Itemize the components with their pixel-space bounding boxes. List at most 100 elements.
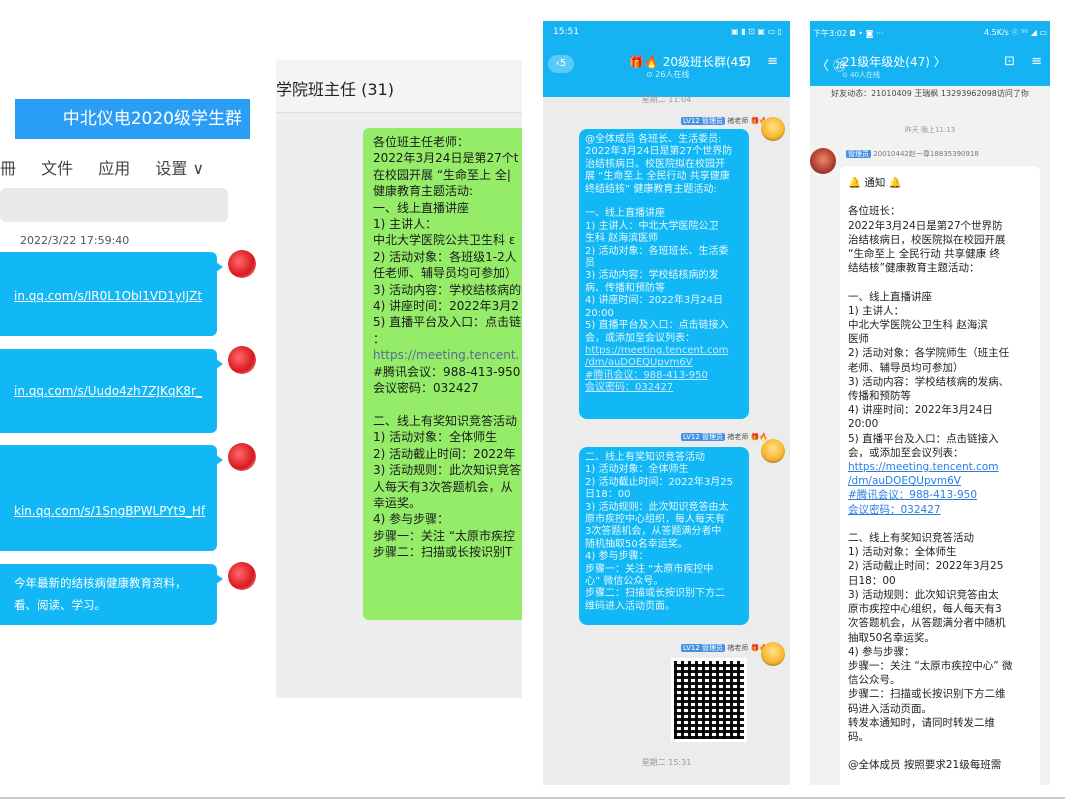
message-line: 二、线上有奖知识竞答活动 xyxy=(585,452,705,463)
group-title: 中北仪电2020级学生群 xyxy=(62,109,242,129)
message-line: 日18：00 xyxy=(585,489,631,501)
message-link[interactable]: 会议密码：032427 xyxy=(585,382,743,394)
message-line: 4) 参与步骤： xyxy=(585,551,649,563)
message-line xyxy=(848,517,1040,531)
chat-time: 星期二 15:31 xyxy=(641,758,692,767)
message-line: 人每天有3次答题机会，从 xyxy=(373,479,513,494)
message-line: 二、线上有奖知识竞答活动 xyxy=(373,413,518,428)
message-line: 各位班主任老师： xyxy=(373,135,470,149)
message-line: 3) 活动内容：学校结核病的发病、 xyxy=(848,375,1010,388)
qq-mobile-panel-20: 15:51 ▣ ▮ ⊡ ▣ ▭ ▯ ‹5 🎁🔥 20级班长群(45) ⊙ 26人… xyxy=(543,21,790,785)
qr-code-image[interactable] xyxy=(671,658,747,742)
message-bubble: @全体成员 各班长、生活委员: 2022年3月24日是第27个世界防 治结核病日。校… xyxy=(579,129,749,419)
header-menu-icons[interactable]: ⊡ ≡ xyxy=(740,54,784,69)
sender-avatar[interactable] xyxy=(228,346,256,374)
sender-level: LV12 管理员 xyxy=(681,117,726,125)
friend-activity-notice[interactable]: 好友动态：21010409 王瑞枫 13293962098访问了你 xyxy=(810,88,1050,99)
message-line: 一、线上直播讲座 xyxy=(585,208,665,220)
sender-level: LV12 管理员 xyxy=(681,644,726,652)
sender-avatar[interactable] xyxy=(228,562,256,590)
message-line: 医师 xyxy=(848,333,869,346)
sender-tag: 管理员 20010442赵一尊18835390918 xyxy=(846,149,979,159)
message-line: 2) 活动对象：各班班长、生活委 xyxy=(585,245,729,257)
tab-album[interactable]: 冊 xyxy=(0,159,16,178)
message-line: 4) 讲座时间：2022年3月2 xyxy=(373,299,519,314)
message-link[interactable]: 会议密码：032427 xyxy=(848,503,1040,517)
back-count: 5 xyxy=(559,58,567,69)
message-line: @全体成员 各班长、生活委员: xyxy=(585,134,722,145)
status-left: 下午3:02 ◘ • ◙ ··· xyxy=(813,29,884,38)
message-link[interactable]: #腾讯会议：988-413-950 xyxy=(585,370,743,382)
message-line xyxy=(373,397,522,413)
message-line: #腾讯会议：988-413-950 xyxy=(373,364,521,379)
message-line: 3) 活动规则：此次知识竞答 xyxy=(373,463,522,478)
message-bubble: in.qq.com/s/IR0L1ObI1VD1yIJZt xyxy=(0,252,223,336)
message-line: 3) 活动内容：学校结核病的发 xyxy=(585,270,719,282)
message-line: 步骤二：扫描或长按识别下方二维 xyxy=(848,688,1006,701)
message-line: 4) 讲座时间：2022年3月24日 xyxy=(585,295,723,307)
sender-avatar[interactable] xyxy=(761,439,785,463)
announcement-bar[interactable] xyxy=(0,188,228,222)
tab-settings[interactable]: 设置 ∨ xyxy=(155,159,204,178)
message-link[interactable]: /dm/auDOEQUpvm6V xyxy=(585,357,743,369)
tab-apps[interactable]: 应用 xyxy=(98,159,130,178)
message-line: 码。 xyxy=(848,730,869,743)
back-button[interactable]: ‹5 xyxy=(548,55,574,73)
message-line: 展 “生命至上 全民行动 共享健康 xyxy=(585,171,730,183)
header-menu-icons[interactable]: ⊡ ≡ xyxy=(1004,54,1048,69)
message-line: 生科 赵海滨医师 xyxy=(585,233,659,245)
message-line: 中北大学医院公共卫生科 ε xyxy=(373,233,516,248)
message-line: 各位班长： xyxy=(848,205,901,218)
message-line: 步骤一：关注 “太原市疾控 xyxy=(373,528,516,543)
message-link[interactable]: https://meeting.tencent.com xyxy=(585,345,743,357)
sender-avatar[interactable] xyxy=(228,443,256,471)
message-line: 一、线上直播讲座 xyxy=(373,200,470,215)
message-line xyxy=(848,744,1040,758)
message-line: 3次答题机会，从答题满分者中 xyxy=(585,526,722,538)
sender-tag: LV12 管理员 褚老师 🎁🔥 xyxy=(681,643,768,653)
sender-avatar[interactable] xyxy=(761,117,785,141)
message-line: 传播和预防等 xyxy=(848,390,911,403)
message-bubble: in.qq.com/s/Uudo4zh7ZJKqK8r_ xyxy=(0,349,223,433)
message-line: 一、线上直播讲座 xyxy=(848,290,932,303)
message-line: 1) 活动对象：全体师生 xyxy=(848,546,957,559)
message-link[interactable]: https://meeting.tencent.com xyxy=(848,460,1040,474)
message-line: ： xyxy=(373,331,386,346)
message-line: 信公众号。 xyxy=(848,674,901,687)
message-link[interactable]: kin.qq.com/s/1SngBPWLPYt9_Hf xyxy=(14,504,205,518)
message-line: 幸运奖。 xyxy=(373,495,422,510)
message-line: 2022年3月24日是第27个t xyxy=(373,151,519,166)
sender-tag: LV12 管理员 褚老师 🎁🔥 xyxy=(681,116,768,126)
message-line: 2022年3月24日是第27个世界防 xyxy=(848,219,1003,232)
message-line: 结结核”健康教育主题活动： xyxy=(848,262,980,275)
sender-tag: LV12 管理员 褚老师 🎁🔥 xyxy=(681,432,768,442)
message-line: 1) 主讲人：中北大学医院公卫 xyxy=(585,220,719,232)
wechat-group-panel: 学院班主任 (31) 各位班主任老师： 2022年3月24日是第27个t 在校园开展… xyxy=(276,60,522,698)
message-line: 2022年3月24日是第27个世界防 xyxy=(585,146,733,158)
message-line: 转发本通知时，请同时转发二维 xyxy=(848,716,995,729)
message-line: 2) 活动对象：各班级1-2人 xyxy=(373,249,517,264)
message-link[interactable]: in.qq.com/s/IR0L1ObI1VD1yIJZt xyxy=(14,289,202,303)
message-link[interactable]: https://meeting.tencent. xyxy=(373,347,522,363)
tab-files[interactable]: 文件 xyxy=(41,159,73,178)
message-line: 2) 活动截止时间：2022年3月25 xyxy=(585,476,733,488)
message-link[interactable]: in.qq.com/s/Uudo4zh7ZJKqK8r_ xyxy=(14,384,202,398)
message-line: 在校园开展 “生命至上 全| xyxy=(373,167,511,182)
message-link[interactable]: /dm/auDOEQUpvm6V xyxy=(848,474,1040,488)
sender-avatar[interactable] xyxy=(228,250,256,278)
message-line: 4) 讲座时间：2022年3月24日 xyxy=(848,404,993,417)
sender-avatar[interactable] xyxy=(761,642,785,666)
qq-mobile-panel-21: 下午3:02 ◘ • ◙ ··· 4.5K/s ☉ ⁵ᴳ ◢ ▭ 〈 ㉘ 21级… xyxy=(810,21,1050,785)
message-line: 员 xyxy=(585,258,595,270)
message-line: 4) 参与步骤： xyxy=(848,645,915,658)
message-line: 治结核病日。校医院拟在校园开 xyxy=(585,158,725,170)
status-time: 15:51 xyxy=(553,27,579,37)
message-line: 老师、辅导员均可参加） xyxy=(848,361,964,374)
message-link[interactable]: #腾讯会议：988-413-950 xyxy=(848,488,1040,502)
message-line: 日18：00 xyxy=(848,574,896,587)
sender-avatar[interactable] xyxy=(810,148,836,174)
chat-title: 学院班主任 (31) xyxy=(276,80,394,99)
message-line: 原市疾控中心组织，每人每天有3 xyxy=(848,603,1002,616)
message-line: 原市疾控中心组织，每人每天有 xyxy=(585,514,725,526)
message-line: 20:00 xyxy=(585,307,614,319)
